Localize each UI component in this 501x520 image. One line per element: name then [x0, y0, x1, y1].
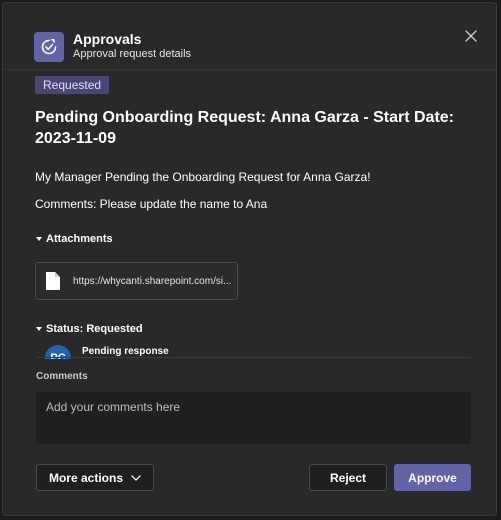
- status-badge: Requested: [35, 76, 110, 94]
- section-divider: [35, 357, 471, 358]
- more-actions-label: More actions: [48, 470, 123, 485]
- chevron-down-icon: [131, 474, 141, 481]
- close-icon: [465, 30, 477, 42]
- app-subtitle: Approval request details: [73, 48, 192, 60]
- dialog-header: Approvals Approval request details: [34, 31, 191, 62]
- reject-button[interactable]: Reject: [309, 464, 387, 491]
- approve-button[interactable]: Approve: [394, 464, 471, 491]
- caret-down-icon: [36, 327, 42, 331]
- request-details-scroll[interactable]: Requested Pending Onboarding Request: An…: [3, 69, 496, 359]
- app-title: Approvals: [73, 31, 142, 47]
- request-message: My Manager Pending the Onboarding Reques…: [35, 170, 371, 184]
- request-title: Pending Onboarding Request: Anna Garza -…: [35, 109, 454, 147]
- status-heading: Status: Requested: [46, 323, 143, 335]
- caret-down-icon: [36, 237, 42, 241]
- attachments-toggle[interactable]: Attachments: [36, 232, 113, 246]
- attachments-heading: Attachments: [46, 233, 113, 245]
- close-button[interactable]: [460, 25, 482, 47]
- approval-dialog: Approvals Approval request details Reque…: [2, 2, 497, 516]
- header-text: Approvals Approval request details: [73, 31, 191, 62]
- more-actions-button[interactable]: More actions: [36, 464, 154, 491]
- request-comments-line: Comments: Please update the name to Ana: [35, 197, 268, 211]
- comments-label: Comments: [36, 371, 88, 382]
- comments-input[interactable]: [36, 392, 471, 444]
- status-toggle[interactable]: Status: Requested: [36, 322, 143, 336]
- file-icon: [46, 272, 60, 290]
- attachment-label: https://whycanti.sharepoint.com/si...: [73, 275, 232, 287]
- approvals-icon: [34, 31, 64, 62]
- attachment-item[interactable]: https://whycanti.sharepoint.com/si...: [35, 262, 238, 300]
